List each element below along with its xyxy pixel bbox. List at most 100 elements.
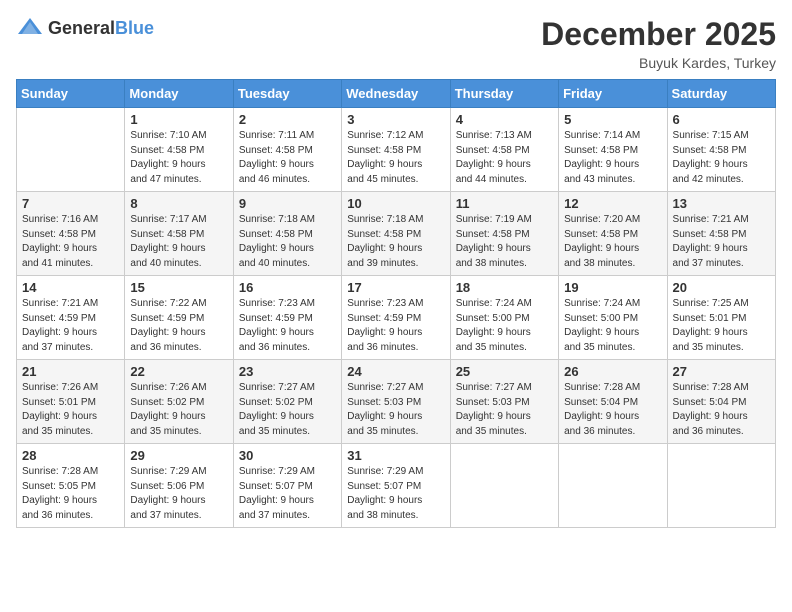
day-number: 12 bbox=[564, 196, 661, 211]
calendar-cell: 10 Sunrise: 7:18 AM Sunset: 4:58 PM Dayli… bbox=[342, 192, 450, 276]
day-number: 31 bbox=[347, 448, 444, 463]
day-info: Sunrise: 7:26 AM Sunset: 5:01 PM Dayligh… bbox=[22, 381, 119, 439]
logo-text-general: General bbox=[48, 18, 115, 38]
calendar-cell: 1 Sunrise: 7:10 AM Sunset: 4:58 PM Daylig… bbox=[125, 108, 233, 192]
day-number: 4 bbox=[456, 112, 553, 127]
calendar-cell: 15 Sunrise: 7:22 AM Sunset: 4:59 PM Dayli… bbox=[125, 276, 233, 360]
day-info: Sunrise: 7:23 AM Sunset: 4:59 PM Dayligh… bbox=[347, 297, 444, 355]
day-info: Sunrise: 7:21 AM Sunset: 4:58 PM Dayligh… bbox=[673, 213, 770, 271]
calendar-cell: 22Sunrise: 7:26 AM Sunset: 5:02 PM Dayli… bbox=[125, 360, 233, 444]
location: Buyuk Kardes, Turkey bbox=[541, 55, 776, 71]
day-number: 3 bbox=[347, 112, 444, 127]
day-number: 13 bbox=[673, 196, 770, 211]
day-info: Sunrise: 7:24 AM Sunset: 5:00 PM Dayligh… bbox=[456, 297, 553, 355]
logo: GeneralBlue bbox=[16, 16, 154, 40]
header-day-sunday: Sunday bbox=[17, 80, 125, 108]
calendar-cell: 26 Sunrise: 7:28 AM Sunset: 5:04 PM Dayli… bbox=[559, 360, 667, 444]
day-number: 15 bbox=[130, 280, 227, 295]
day-info: Sunrise: 7:28 AM Sunset: 5:04 PM Dayligh… bbox=[564, 381, 661, 439]
day-number: 26 bbox=[564, 364, 661, 379]
day-number: 8 bbox=[130, 196, 227, 211]
day-info: Sunrise: 7:27 AM Sunset: 5:03 PM Dayligh… bbox=[456, 381, 553, 439]
calendar-body: 1 Sunrise: 7:10 AM Sunset: 4:58 PM Daylig… bbox=[17, 108, 776, 528]
day-number: 6 bbox=[673, 112, 770, 127]
week-row-2: 7 Sunrise: 7:16 AM Sunset: 4:58 PM Daylig… bbox=[17, 192, 776, 276]
day-info: Sunrise: 7:26 AM Sunset: 5:02 PM Dayligh… bbox=[130, 381, 227, 439]
day-info: Sunrise: 7:29 AM Sunset: 5:06 PM Dayligh… bbox=[130, 465, 227, 523]
calendar-cell: 14 Sunrise: 7:21 AM Sunset: 4:59 PM Dayli… bbox=[17, 276, 125, 360]
header-day-thursday: Thursday bbox=[450, 80, 558, 108]
day-info: Sunrise: 7:18 AM Sunset: 4:58 PM Dayligh… bbox=[347, 213, 444, 271]
day-number: 7 bbox=[22, 196, 119, 211]
title-block: December 2025 Buyuk Kardes, Turkey bbox=[541, 16, 776, 71]
calendar-cell: 7 Sunrise: 7:16 AM Sunset: 4:58 PM Daylig… bbox=[17, 192, 125, 276]
day-number: 10 bbox=[347, 196, 444, 211]
day-number: 27 bbox=[673, 364, 770, 379]
calendar-cell: 19Sunrise: 7:24 AM Sunset: 5:00 PM Dayli… bbox=[559, 276, 667, 360]
day-info: Sunrise: 7:16 AM Sunset: 4:58 PM Dayligh… bbox=[22, 213, 119, 271]
day-info: Sunrise: 7:17 AM Sunset: 4:58 PM Dayligh… bbox=[130, 213, 227, 271]
calendar-cell: 11Sunrise: 7:19 AM Sunset: 4:58 PM Dayli… bbox=[450, 192, 558, 276]
day-info: Sunrise: 7:24 AM Sunset: 5:00 PM Dayligh… bbox=[564, 297, 661, 355]
day-number: 20 bbox=[673, 280, 770, 295]
header-day-wednesday: Wednesday bbox=[342, 80, 450, 108]
day-number: 23 bbox=[239, 364, 336, 379]
day-number: 28 bbox=[22, 448, 119, 463]
calendar-cell: 29 Sunrise: 7:29 AM Sunset: 5:06 PM Dayli… bbox=[125, 444, 233, 528]
week-row-3: 14 Sunrise: 7:21 AM Sunset: 4:59 PM Dayli… bbox=[17, 276, 776, 360]
day-info: Sunrise: 7:29 AM Sunset: 5:07 PM Dayligh… bbox=[347, 465, 444, 523]
calendar-cell: 13 Sunrise: 7:21 AM Sunset: 4:58 PM Dayli… bbox=[667, 192, 775, 276]
calendar-cell: 17 Sunrise: 7:23 AM Sunset: 4:59 PM Dayli… bbox=[342, 276, 450, 360]
calendar-table: SundayMondayTuesdayWednesdayThursdayFrid… bbox=[16, 79, 776, 528]
week-row-4: 21Sunrise: 7:26 AM Sunset: 5:01 PM Dayli… bbox=[17, 360, 776, 444]
calendar-cell bbox=[559, 444, 667, 528]
calendar-cell bbox=[17, 108, 125, 192]
day-info: Sunrise: 7:11 AM Sunset: 4:58 PM Dayligh… bbox=[239, 129, 336, 187]
calendar-cell: 3Sunrise: 7:12 AM Sunset: 4:58 PM Daylig… bbox=[342, 108, 450, 192]
calendar-cell: 18Sunrise: 7:24 AM Sunset: 5:00 PM Dayli… bbox=[450, 276, 558, 360]
calendar-cell: 25 Sunrise: 7:27 AM Sunset: 5:03 PM Dayli… bbox=[450, 360, 558, 444]
day-info: Sunrise: 7:27 AM Sunset: 5:03 PM Dayligh… bbox=[347, 381, 444, 439]
day-info: Sunrise: 7:14 AM Sunset: 4:58 PM Dayligh… bbox=[564, 129, 661, 187]
calendar-cell: 16Sunrise: 7:23 AM Sunset: 4:59 PM Dayli… bbox=[233, 276, 341, 360]
calendar-cell: 30 Sunrise: 7:29 AM Sunset: 5:07 PM Dayli… bbox=[233, 444, 341, 528]
calendar-cell bbox=[667, 444, 775, 528]
day-number: 30 bbox=[239, 448, 336, 463]
day-info: Sunrise: 7:21 AM Sunset: 4:59 PM Dayligh… bbox=[22, 297, 119, 355]
day-number: 24 bbox=[347, 364, 444, 379]
day-info: Sunrise: 7:19 AM Sunset: 4:58 PM Dayligh… bbox=[456, 213, 553, 271]
day-info: Sunrise: 7:15 AM Sunset: 4:58 PM Dayligh… bbox=[673, 129, 770, 187]
day-info: Sunrise: 7:28 AM Sunset: 5:04 PM Dayligh… bbox=[673, 381, 770, 439]
month-title: December 2025 bbox=[541, 16, 776, 53]
calendar-cell: 23Sunrise: 7:27 AM Sunset: 5:02 PM Dayli… bbox=[233, 360, 341, 444]
day-number: 29 bbox=[130, 448, 227, 463]
calendar-header-row: SundayMondayTuesdayWednesdayThursdayFrid… bbox=[17, 80, 776, 108]
calendar-cell: 4 Sunrise: 7:13 AM Sunset: 4:58 PM Daylig… bbox=[450, 108, 558, 192]
week-row-1: 1 Sunrise: 7:10 AM Sunset: 4:58 PM Daylig… bbox=[17, 108, 776, 192]
day-info: Sunrise: 7:10 AM Sunset: 4:58 PM Dayligh… bbox=[130, 129, 227, 187]
calendar-cell: 21Sunrise: 7:26 AM Sunset: 5:01 PM Dayli… bbox=[17, 360, 125, 444]
header-day-tuesday: Tuesday bbox=[233, 80, 341, 108]
day-number: 5 bbox=[564, 112, 661, 127]
day-info: Sunrise: 7:18 AM Sunset: 4:58 PM Dayligh… bbox=[239, 213, 336, 271]
calendar-cell: 5 Sunrise: 7:14 AM Sunset: 4:58 PM Daylig… bbox=[559, 108, 667, 192]
calendar-cell: 2Sunrise: 7:11 AM Sunset: 4:58 PM Daylig… bbox=[233, 108, 341, 192]
day-info: Sunrise: 7:28 AM Sunset: 5:05 PM Dayligh… bbox=[22, 465, 119, 523]
day-info: Sunrise: 7:25 AM Sunset: 5:01 PM Dayligh… bbox=[673, 297, 770, 355]
day-number: 1 bbox=[130, 112, 227, 127]
calendar-cell: 27 Sunrise: 7:28 AM Sunset: 5:04 PM Dayli… bbox=[667, 360, 775, 444]
day-info: Sunrise: 7:22 AM Sunset: 4:59 PM Dayligh… bbox=[130, 297, 227, 355]
calendar-cell: 31 Sunrise: 7:29 AM Sunset: 5:07 PM Dayli… bbox=[342, 444, 450, 528]
header-day-monday: Monday bbox=[125, 80, 233, 108]
calendar-cell: 20 Sunrise: 7:25 AM Sunset: 5:01 PM Dayli… bbox=[667, 276, 775, 360]
header-day-saturday: Saturday bbox=[667, 80, 775, 108]
day-number: 25 bbox=[456, 364, 553, 379]
day-info: Sunrise: 7:29 AM Sunset: 5:07 PM Dayligh… bbox=[239, 465, 336, 523]
day-number: 14 bbox=[22, 280, 119, 295]
day-info: Sunrise: 7:13 AM Sunset: 4:58 PM Dayligh… bbox=[456, 129, 553, 187]
week-row-5: 28 Sunrise: 7:28 AM Sunset: 5:05 PM Dayli… bbox=[17, 444, 776, 528]
day-number: 16 bbox=[239, 280, 336, 295]
calendar-cell: 12 Sunrise: 7:20 AM Sunset: 4:58 PM Dayli… bbox=[559, 192, 667, 276]
day-number: 17 bbox=[347, 280, 444, 295]
day-info: Sunrise: 7:20 AM Sunset: 4:58 PM Dayligh… bbox=[564, 213, 661, 271]
